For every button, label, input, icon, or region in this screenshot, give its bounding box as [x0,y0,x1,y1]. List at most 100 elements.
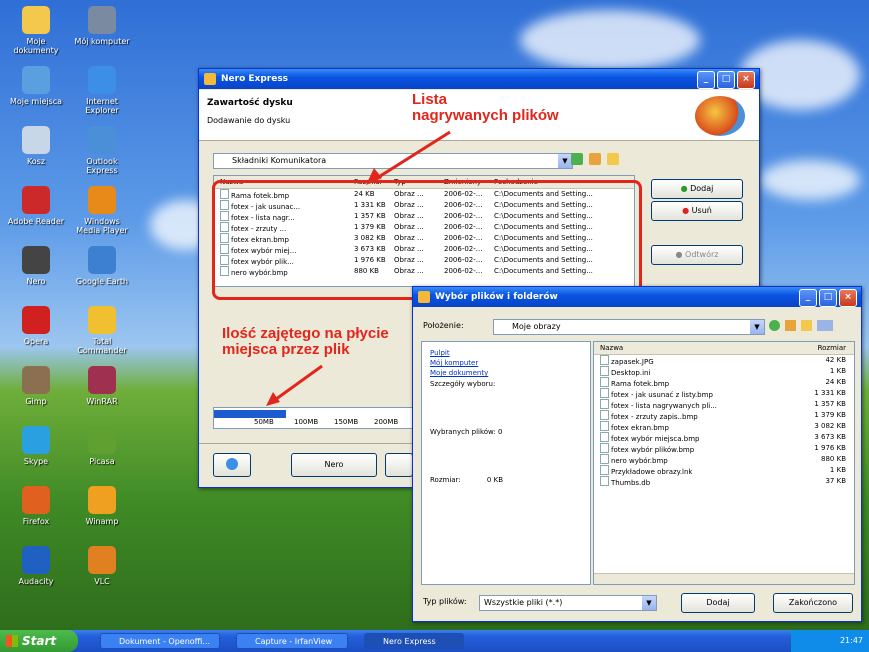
desktop-icon[interactable]: Nero [6,246,66,286]
help-button[interactable] [213,453,251,477]
list-item[interactable]: zapasek.JPG 42 KB [594,355,854,366]
desktop-icon[interactable]: Outlook Express [72,126,132,175]
app-icon [88,126,116,154]
desktop-icon-label: Total Commander [77,337,127,355]
list-item[interactable]: Thumbs.db 37 KB [594,476,854,487]
desktop-icon[interactable]: Adobe Reader [6,186,66,226]
list-item[interactable]: fotex ekran.bmp 3 082 KB [594,421,854,432]
desktop-icon[interactable]: Internet Explorer [72,66,132,115]
minimize-icon[interactable]: _ [799,289,817,307]
dialog-titlebar[interactable]: Wybór plików i folderów _ □ × [413,287,861,307]
nero-logo [695,96,745,136]
app-icon [88,486,116,514]
desktop-icon-label: Moje miejsca [9,97,63,106]
close-icon[interactable]: × [839,289,857,307]
place-link-my-computer[interactable]: Mój komputer [430,358,582,368]
app-icon [22,126,50,154]
location-combo[interactable]: Moje obrazy ▼ [493,319,765,335]
cloud [520,10,700,70]
file-icon [600,454,609,464]
add-button[interactable]: ● Dodaj [651,179,743,199]
cell-size: 3 082 KB [814,422,846,430]
size-label: Rozmiar: [430,476,461,484]
list-item[interactable]: Przykładowe obrazy.lnk 1 KB [594,465,854,476]
list-item[interactable]: fotex - zrzuty zapis..bmp 1 379 KB [594,410,854,421]
cell-size: 42 KB [825,356,846,364]
file-icon [600,410,609,420]
maximize-icon[interactable]: □ [819,289,837,307]
app-icon [22,246,50,274]
new-folder-icon[interactable] [589,153,601,165]
annotation-space-label: Ilość zajętego na płycie miejsca przez p… [222,325,389,358]
list-item[interactable]: fotex wybór plików.bmp 1 976 KB [594,443,854,454]
list-item[interactable]: Rama fotek.bmp 24 KB [594,377,854,388]
back-icon[interactable] [769,320,780,331]
annotation-arrow [366,130,451,185]
list-item[interactable]: fotex wybór miejsca.bmp 3 673 KB [594,432,854,443]
taskbar-item[interactable]: Capture - IrfanView [236,633,348,649]
desktop-icon[interactable]: Kosz [6,126,66,166]
desktop-icon[interactable]: Audacity [6,546,66,586]
taskbar-item[interactable]: Nero Express [364,633,464,649]
desktop-icon[interactable]: Picasa [72,426,132,466]
app-icon [22,186,50,214]
view-menu-icon[interactable] [817,320,833,331]
desktop-icon[interactable]: Gimp [6,366,66,406]
window-title: Nero Express [221,74,289,84]
place-link-desktop[interactable]: Pulpit [430,348,582,358]
filetype-combo[interactable]: Wszystkie pliki (*.*) ▼ [479,595,657,611]
horizontal-scrollbar[interactable] [594,573,854,584]
dialog-file-list[interactable]: Nazwa Rozmiar zapasek.JPG 42 KB Desktop.in… [593,341,855,585]
col-size[interactable]: Rozmiar [818,342,846,354]
scale-tick-label: 50MB [254,418,274,426]
dialog-add-button[interactable]: Dodaj [681,593,755,613]
list-item[interactable]: fotex - lista nagrywanych pli... 1 357 KB [594,399,854,410]
desktop-icon[interactable]: Skype [6,426,66,466]
cell-size: 1 KB [829,367,846,375]
remove-button[interactable]: ● Usuń [651,201,743,221]
file-icon [600,399,609,409]
up-folder-icon[interactable] [785,320,796,331]
list-item[interactable]: nero wybór.bmp 880 KB [594,454,854,465]
cell-size: 3 673 KB [814,433,846,441]
chevron-down-icon[interactable]: ▼ [558,154,572,168]
desktop-icon[interactable]: WinRAR [72,366,132,406]
list-item[interactable]: fotex - jak usunać z listy.bmp 1 331 KB [594,388,854,399]
desktop-icon[interactable]: Google Earth [72,246,132,286]
start-button[interactable]: Start [0,630,78,652]
list-item[interactable]: Desktop.ini 1 KB [594,366,854,377]
maximize-icon[interactable]: □ [717,71,735,89]
desktop-icon[interactable]: Windows Media Player [72,186,132,235]
file-selection-dialog: Wybór plików i folderów _ □ × Położenie:… [412,286,862,622]
desktop-icon[interactable]: Mój komputer [72,6,132,46]
cell-size: 880 KB [821,455,846,463]
desktop-icon[interactable]: Moje miejsca [6,66,66,106]
cell-size: 24 KB [825,378,846,386]
tray-clock[interactable]: 21:47 [840,636,863,645]
cell-size: 1 KB [829,466,846,474]
new-folder-icon[interactable] [801,320,812,331]
desktop-icon[interactable]: Moje dokumenty [6,6,66,55]
window-titlebar[interactable]: Nero Express _ □ × [199,69,759,89]
desktop-icon[interactable]: VLC [72,546,132,586]
desktop-icon[interactable]: Winamp [72,486,132,526]
desktop-icon[interactable]: Firefox [6,486,66,526]
desktop-icon[interactable]: Opera [6,306,66,346]
app-icon [88,366,116,394]
chevron-down-icon[interactable]: ▼ [750,320,764,334]
place-link-my-documents[interactable]: Moje dokumenty [430,368,582,378]
taskbar-item[interactable]: Dokument - Openoffi... [100,633,220,649]
desktop-icon[interactable]: Total Commander [72,306,132,355]
up-folder-icon[interactable] [571,153,583,165]
play-button[interactable]: ● Odtwórz [651,245,743,265]
dialog-close-button[interactable]: Zakończono [773,593,853,613]
close-icon[interactable]: × [737,71,755,89]
more-button[interactable] [385,453,413,477]
minimize-icon[interactable]: _ [697,71,715,89]
chevron-down-icon[interactable]: ▼ [642,596,656,610]
system-tray: 21:47 [791,630,869,652]
col-name[interactable]: Nazwa [600,342,623,354]
delete-icon[interactable] [607,153,619,165]
cell-name: Thumbs.db [600,476,650,489]
nero-button[interactable]: Nero [291,453,377,477]
